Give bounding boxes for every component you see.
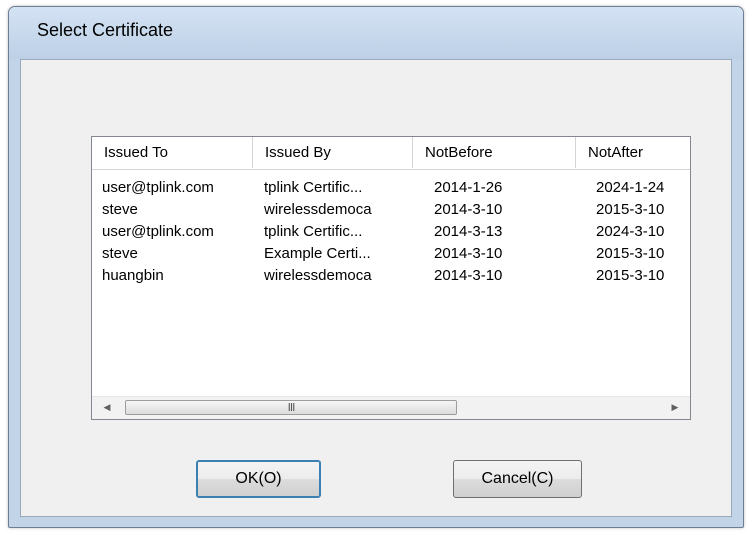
cell-notbefore: 2014-3-10 — [434, 267, 503, 284]
cell-notafter: 2024-1-24 — [596, 179, 665, 196]
scroll-right-arrow-icon[interactable]: ▶ — [664, 397, 686, 419]
dialog-title: Select Certificate — [37, 20, 174, 40]
list-body: user@tplink.com tplink Certific... 2014-… — [92, 177, 690, 287]
cell-issued-by: wirelessdemoca — [264, 201, 372, 218]
table-row[interactable]: user@tplink.com tplink Certific... 2014-… — [92, 177, 690, 199]
scrollbar-grip: III — [287, 401, 296, 414]
scrollbar-thumb[interactable]: III — [125, 400, 457, 415]
ok-button[interactable]: OK(O) — [196, 460, 321, 498]
cell-issued-by: Example Certi... — [264, 245, 371, 262]
column-header-notafter[interactable]: NotAfter — [576, 137, 690, 168]
select-certificate-dialog: Select Certificate Issued To Issued By N… — [8, 6, 744, 528]
column-header-notbefore[interactable]: NotBefore — [413, 137, 576, 168]
horizontal-scrollbar[interactable]: ◀ III ▶ — [92, 396, 690, 419]
table-row[interactable]: steve Example Certi... 2014-3-10 2015-3-… — [92, 243, 690, 265]
table-row[interactable]: user@tplink.com tplink Certific... 2014-… — [92, 221, 690, 243]
cell-issued-to: steve — [102, 201, 138, 218]
cell-issued-by: wirelessdemoca — [264, 267, 372, 284]
cell-issued-to: user@tplink.com — [102, 179, 214, 196]
scroll-left-arrow-icon[interactable]: ◀ — [96, 397, 118, 419]
cell-notafter: 2015-3-10 — [596, 267, 665, 284]
title-bar[interactable]: Select Certificate — [9, 7, 743, 59]
cell-notbefore: 2014-3-13 — [434, 223, 503, 240]
cell-notafter: 2024-3-10 — [596, 223, 665, 240]
column-header-issued-to[interactable]: Issued To — [92, 137, 253, 168]
cell-notbefore: 2014-1-26 — [434, 179, 503, 196]
table-row[interactable]: steve wirelessdemoca 2014-3-10 2015-3-10 — [92, 199, 690, 221]
cell-notafter: 2015-3-10 — [596, 245, 665, 262]
cell-issued-by: tplink Certific... — [264, 179, 363, 196]
cancel-button[interactable]: Cancel(C) — [453, 460, 582, 498]
cell-issued-to: huangbin — [102, 267, 164, 284]
table-row[interactable]: huangbin wirelessdemoca 2014-3-10 2015-3… — [92, 265, 690, 287]
cell-issued-to: steve — [102, 245, 138, 262]
cell-notbefore: 2014-3-10 — [434, 245, 503, 262]
cell-notbefore: 2014-3-10 — [434, 201, 503, 218]
cell-issued-by: tplink Certific... — [264, 223, 363, 240]
certificate-list[interactable]: Issued To Issued By NotBefore NotAfter u… — [91, 136, 691, 420]
dialog-client-area: Issued To Issued By NotBefore NotAfter u… — [20, 59, 732, 517]
cell-issued-to: user@tplink.com — [102, 223, 214, 240]
list-header: Issued To Issued By NotBefore NotAfter — [92, 137, 690, 170]
cell-notafter: 2015-3-10 — [596, 201, 665, 218]
column-header-issued-by[interactable]: Issued By — [253, 137, 413, 168]
